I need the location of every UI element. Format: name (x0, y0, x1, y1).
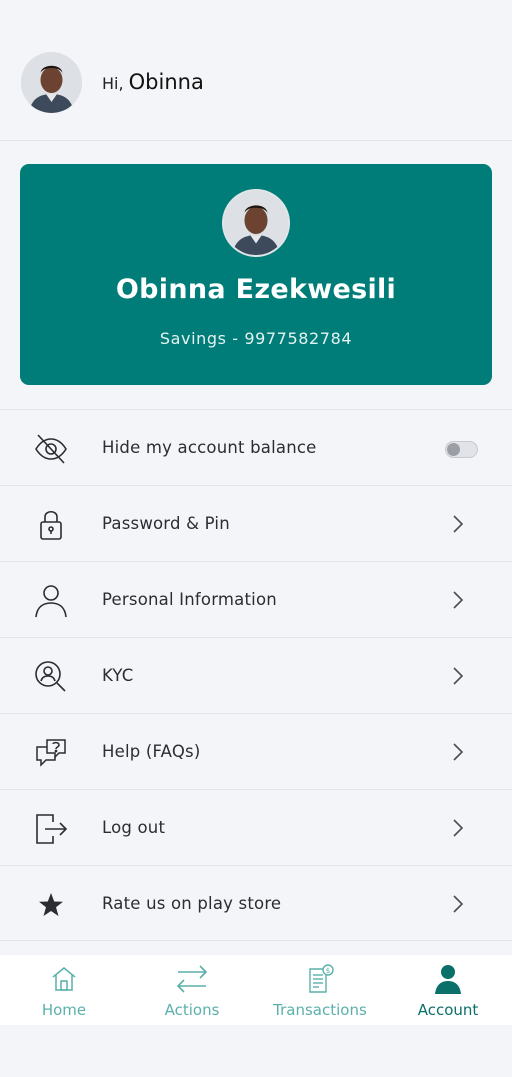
bottom-tab-bar: Home Actions $ Transactions Account (0, 955, 512, 1025)
menu-item-label: Rate us on play store (102, 894, 282, 913)
tab-label: Actions (164, 1001, 220, 1019)
greeting-prefix: Hi, (102, 74, 124, 93)
user-search-icon (35, 661, 66, 692)
tab-label: Home (41, 1001, 87, 1019)
card-avatar (222, 189, 290, 257)
top-header: Hi, Obinna (0, 0, 512, 141)
menu-item-help-faqs[interactable]: Help (FAQs) (0, 713, 512, 789)
chevron-right-icon (453, 667, 464, 685)
lock-icon (40, 510, 62, 540)
star-icon (39, 893, 63, 916)
menu-item-rate-us[interactable]: Rate us on play store (0, 865, 512, 941)
menu-item-kyc[interactable]: KYC (0, 637, 512, 713)
chevron-right-icon (453, 895, 464, 913)
tab-label: Account (417, 1001, 479, 1019)
account-icon (435, 965, 461, 994)
logout-icon (36, 814, 68, 844)
greeting-name: Obinna (128, 70, 204, 94)
tab-home[interactable]: Home (0, 955, 128, 1025)
tab-account[interactable]: Account (384, 955, 512, 1025)
menu-item-personal-info[interactable]: Personal Information (0, 561, 512, 637)
user-avatar[interactable] (21, 52, 82, 113)
menu-item-label: Password & Pin (102, 514, 230, 533)
settings-menu: Hide my account balance Password & Pin P… (0, 409, 512, 941)
chevron-right-icon (453, 743, 464, 761)
receipt-icon: $ (309, 964, 334, 993)
menu-item-password-pin[interactable]: Password & Pin (0, 485, 512, 561)
chevron-right-icon (453, 515, 464, 533)
tab-transactions[interactable]: $ Transactions (256, 955, 384, 1025)
menu-item-logout[interactable]: Log out (0, 789, 512, 865)
hide-balance-toggle[interactable] (445, 441, 478, 458)
tab-label: Transactions (273, 1001, 367, 1019)
menu-item-hide-balance[interactable]: Hide my account balance (0, 409, 512, 485)
menu-item-label: Hide my account balance (102, 438, 317, 457)
chat-question-icon (36, 739, 66, 767)
home-icon (52, 967, 76, 991)
chevron-right-icon (453, 819, 464, 837)
eye-off-icon (35, 434, 67, 464)
menu-item-label: Personal Information (102, 590, 277, 609)
account-type-number: Savings - 9977582784 (159, 329, 353, 348)
account-card: Obinna Ezekwesili Savings - 9977582784 (20, 164, 492, 385)
svg-text:$: $ (326, 967, 330, 975)
swap-arrows-icon (176, 965, 208, 993)
menu-item-label: Help (FAQs) (102, 742, 201, 761)
menu-item-label: Log out (102, 818, 166, 837)
greeting: Hi, Obinna (102, 70, 204, 94)
account-holder-name: Obinna Ezekwesili (115, 274, 397, 305)
chevron-right-icon (453, 591, 464, 609)
toggle-knob (447, 443, 460, 456)
tab-actions[interactable]: Actions (128, 955, 256, 1025)
user-icon (35, 585, 67, 618)
menu-item-label: KYC (102, 666, 134, 685)
